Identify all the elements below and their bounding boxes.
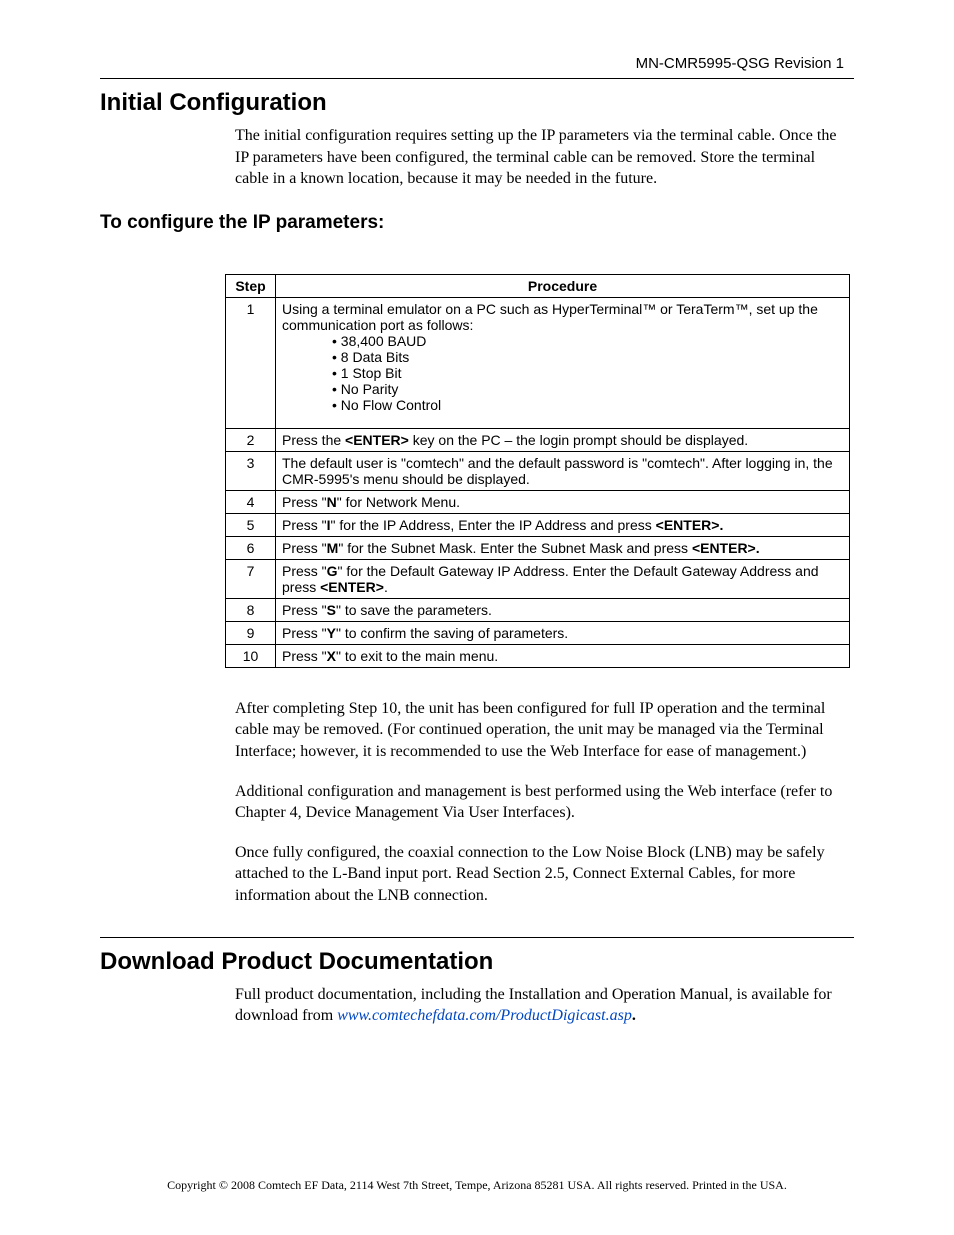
b: <ENTER>.	[692, 540, 760, 556]
t: Press "	[282, 648, 327, 664]
table-row: 8 Press "S" to save the parameters.	[226, 598, 850, 621]
step-procedure: Press "Y" to confirm the saving of param…	[276, 621, 850, 644]
b: X	[327, 648, 336, 664]
step-procedure: Press "M" for the Subnet Mask. Enter the…	[276, 536, 850, 559]
step-procedure: Press "I" for the IP Address, Enter the …	[276, 513, 850, 536]
step-number: 8	[226, 598, 276, 621]
spacer	[282, 413, 843, 425]
section-heading-initial-config: Initial Configuration	[100, 89, 854, 117]
b: Y	[327, 625, 336, 641]
section-heading-download-docs: Download Product Documentation	[100, 948, 854, 976]
bullet: • No Flow Control	[332, 397, 843, 413]
b: N	[327, 494, 337, 510]
t: Press the	[282, 432, 345, 448]
step-number: 9	[226, 621, 276, 644]
download-block: Full product documentation, including th…	[235, 984, 844, 1027]
t: .	[632, 1007, 636, 1024]
col-procedure: Procedure	[276, 274, 850, 297]
step-procedure: Press "G" for the Default Gateway IP Add…	[276, 559, 850, 598]
step-number: 7	[226, 559, 276, 598]
b: S	[327, 602, 336, 618]
intro-block: The initial configuration requires setti…	[235, 125, 844, 190]
table-row: 2 Press the <ENTER> key on the PC – the …	[226, 428, 850, 451]
step-procedure: Press "N" for Network Menu.	[276, 490, 850, 513]
table-row: 5 Press "I" for the IP Address, Enter th…	[226, 513, 850, 536]
table-row: 9 Press "Y" to confirm the saving of par…	[226, 621, 850, 644]
intro-paragraph: The initial configuration requires setti…	[235, 125, 844, 190]
step-procedure: Using a terminal emulator on a PC such a…	[276, 297, 850, 428]
t: " for Network Menu.	[337, 494, 460, 510]
step-procedure: Press "X" to exit to the main menu.	[276, 644, 850, 667]
t: " to save the parameters.	[336, 602, 492, 618]
t: Press "	[282, 540, 327, 556]
doc-header-id: MN-CMR5995-QSG Revision 1	[100, 55, 854, 72]
table-row: 6 Press "M" for the Subnet Mask. Enter t…	[226, 536, 850, 559]
after-table-block: After completing Step 10, the unit has b…	[235, 698, 844, 907]
bullet: • 1 Stop Bit	[332, 365, 843, 381]
step-number: 4	[226, 490, 276, 513]
divider	[100, 78, 854, 79]
b: <ENTER>	[345, 432, 409, 448]
divider	[100, 937, 854, 938]
page-content: MN-CMR5995-QSG Revision 1 Initial Config…	[0, 0, 954, 1027]
table-row: 4 Press "N" for Network Menu.	[226, 490, 850, 513]
after-p1: After completing Step 10, the unit has b…	[235, 698, 844, 763]
table-row: 1 Using a terminal emulator on a PC such…	[226, 297, 850, 428]
step-procedure: The default user is "comtech" and the de…	[276, 451, 850, 490]
t: " to confirm the saving of parameters.	[336, 625, 568, 641]
t: Press "	[282, 602, 327, 618]
step-number: 6	[226, 536, 276, 559]
step-number: 5	[226, 513, 276, 536]
page-footer: Copyright © 2008 Comtech EF Data, 2114 W…	[0, 1178, 954, 1193]
t: key on the PC – the login prompt should …	[409, 432, 748, 448]
col-step: Step	[226, 274, 276, 297]
t: Press "	[282, 625, 327, 641]
t: Press "	[282, 494, 327, 510]
t: Press "	[282, 517, 327, 533]
subheading-configure-ip: To configure the IP parameters:	[100, 212, 854, 234]
t: .	[384, 579, 388, 595]
download-link[interactable]: www.comtechefdata.com/ProductDigicast.as…	[337, 1007, 632, 1024]
b: <ENTER>.	[656, 517, 724, 533]
t: " to exit to the main menu.	[336, 648, 498, 664]
t: " for the Subnet Mask. Enter the Subnet …	[338, 540, 692, 556]
table-header-row: Step Procedure	[226, 274, 850, 297]
after-p3: Once fully configured, the coaxial conne…	[235, 842, 844, 907]
proc-text: Using a terminal emulator on a PC such a…	[282, 301, 818, 333]
step-number: 10	[226, 644, 276, 667]
step-number: 1	[226, 297, 276, 428]
bullet: • 8 Data Bits	[332, 349, 843, 365]
step-number: 2	[226, 428, 276, 451]
table-row: 7 Press "G" for the Default Gateway IP A…	[226, 559, 850, 598]
table-row: 3 The default user is "comtech" and the …	[226, 451, 850, 490]
b: M	[327, 540, 339, 556]
step-procedure: Press "S" to save the parameters.	[276, 598, 850, 621]
b: G	[327, 563, 338, 579]
t: " for the IP Address, Enter the IP Addre…	[331, 517, 656, 533]
proc-bullets: • 38,400 BAUD • 8 Data Bits • 1 Stop Bit…	[332, 333, 843, 413]
step-procedure: Press the <ENTER> key on the PC – the lo…	[276, 428, 850, 451]
t: Press "	[282, 563, 327, 579]
table-row: 10 Press "X" to exit to the main menu.	[226, 644, 850, 667]
b: <ENTER>	[320, 579, 384, 595]
after-p2: Additional configuration and management …	[235, 781, 844, 824]
bullet: • No Parity	[332, 381, 843, 397]
procedure-table: Step Procedure 1 Using a terminal emulat…	[225, 274, 850, 668]
bullet: • 38,400 BAUD	[332, 333, 843, 349]
download-paragraph: Full product documentation, including th…	[235, 984, 844, 1027]
step-number: 3	[226, 451, 276, 490]
